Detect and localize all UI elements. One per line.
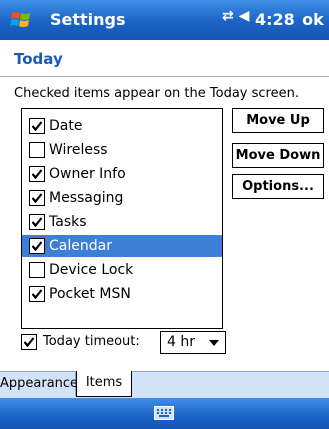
- timeout-select-value: 4 hr: [167, 334, 195, 350]
- item-checkbox[interactable]: [29, 118, 45, 134]
- list-item[interactable]: Pocket MSN: [22, 283, 222, 305]
- windows-start-icon[interactable]: [9, 9, 33, 31]
- checkmark-icon: [31, 289, 43, 300]
- today-timeout-checkbox[interactable]: [21, 334, 37, 350]
- checkmark-icon: [31, 217, 43, 228]
- ok-button[interactable]: ok: [300, 9, 326, 31]
- item-checkbox[interactable]: [29, 190, 45, 206]
- chevron-down-icon: [209, 340, 219, 346]
- item-label: Calendar: [49, 238, 112, 254]
- checkmark-icon: [31, 121, 43, 132]
- keyboard-icon[interactable]: [154, 406, 174, 420]
- item-label: Tasks: [49, 214, 87, 230]
- today-items-list[interactable]: Date Wireless Owner Info Messaging Tasks Cale…: [21, 108, 223, 329]
- list-item[interactable]: Wireless: [22, 139, 222, 161]
- tab-strip: Appearance Items: [0, 371, 329, 398]
- description-text: Checked items appear on the Today screen…: [14, 86, 299, 101]
- checkmark-icon: [31, 169, 43, 180]
- list-item[interactable]: Calendar: [22, 235, 222, 257]
- item-checkbox[interactable]: [29, 238, 45, 254]
- checkmark-icon: [31, 241, 43, 252]
- window-title: Settings: [50, 10, 126, 29]
- checkmark-icon: [31, 193, 43, 204]
- item-label: Messaging: [49, 190, 124, 206]
- menu-bar: [0, 398, 329, 429]
- page-title: Today: [14, 50, 63, 68]
- checkmark-icon: [23, 337, 35, 348]
- item-label: Owner Info: [49, 166, 126, 182]
- item-label: Pocket MSN: [49, 286, 131, 302]
- list-item[interactable]: Date: [22, 115, 222, 137]
- item-label: Device Lock: [49, 262, 134, 278]
- list-item[interactable]: Device Lock: [22, 259, 222, 281]
- item-label: Date: [49, 118, 83, 134]
- today-timeout-label: Today timeout:: [43, 334, 140, 349]
- item-label: Wireless: [49, 142, 108, 158]
- list-item[interactable]: Owner Info: [22, 163, 222, 185]
- list-item[interactable]: Tasks: [22, 211, 222, 233]
- options-button[interactable]: Options...: [232, 174, 324, 199]
- item-checkbox[interactable]: [29, 286, 45, 302]
- connectivity-volume-icon[interactable]: ⇄ ◀: [222, 8, 249, 24]
- item-checkbox[interactable]: [29, 214, 45, 230]
- tab-items[interactable]: Items: [76, 371, 132, 397]
- list-item[interactable]: Messaging: [22, 187, 222, 209]
- clock[interactable]: 4:28: [255, 10, 295, 29]
- move-down-button[interactable]: Move Down: [232, 143, 324, 168]
- title-divider: [0, 76, 329, 77]
- tab-appearance[interactable]: Appearance: [0, 372, 78, 396]
- title-bar: Settings ⇄ ◀ 4:28 ok: [0, 0, 329, 40]
- item-checkbox[interactable]: [29, 142, 45, 158]
- item-checkbox[interactable]: [29, 166, 45, 182]
- timeout-select[interactable]: 4 hr: [160, 331, 226, 354]
- move-up-button[interactable]: Move Up: [232, 108, 324, 133]
- item-checkbox[interactable]: [29, 262, 45, 278]
